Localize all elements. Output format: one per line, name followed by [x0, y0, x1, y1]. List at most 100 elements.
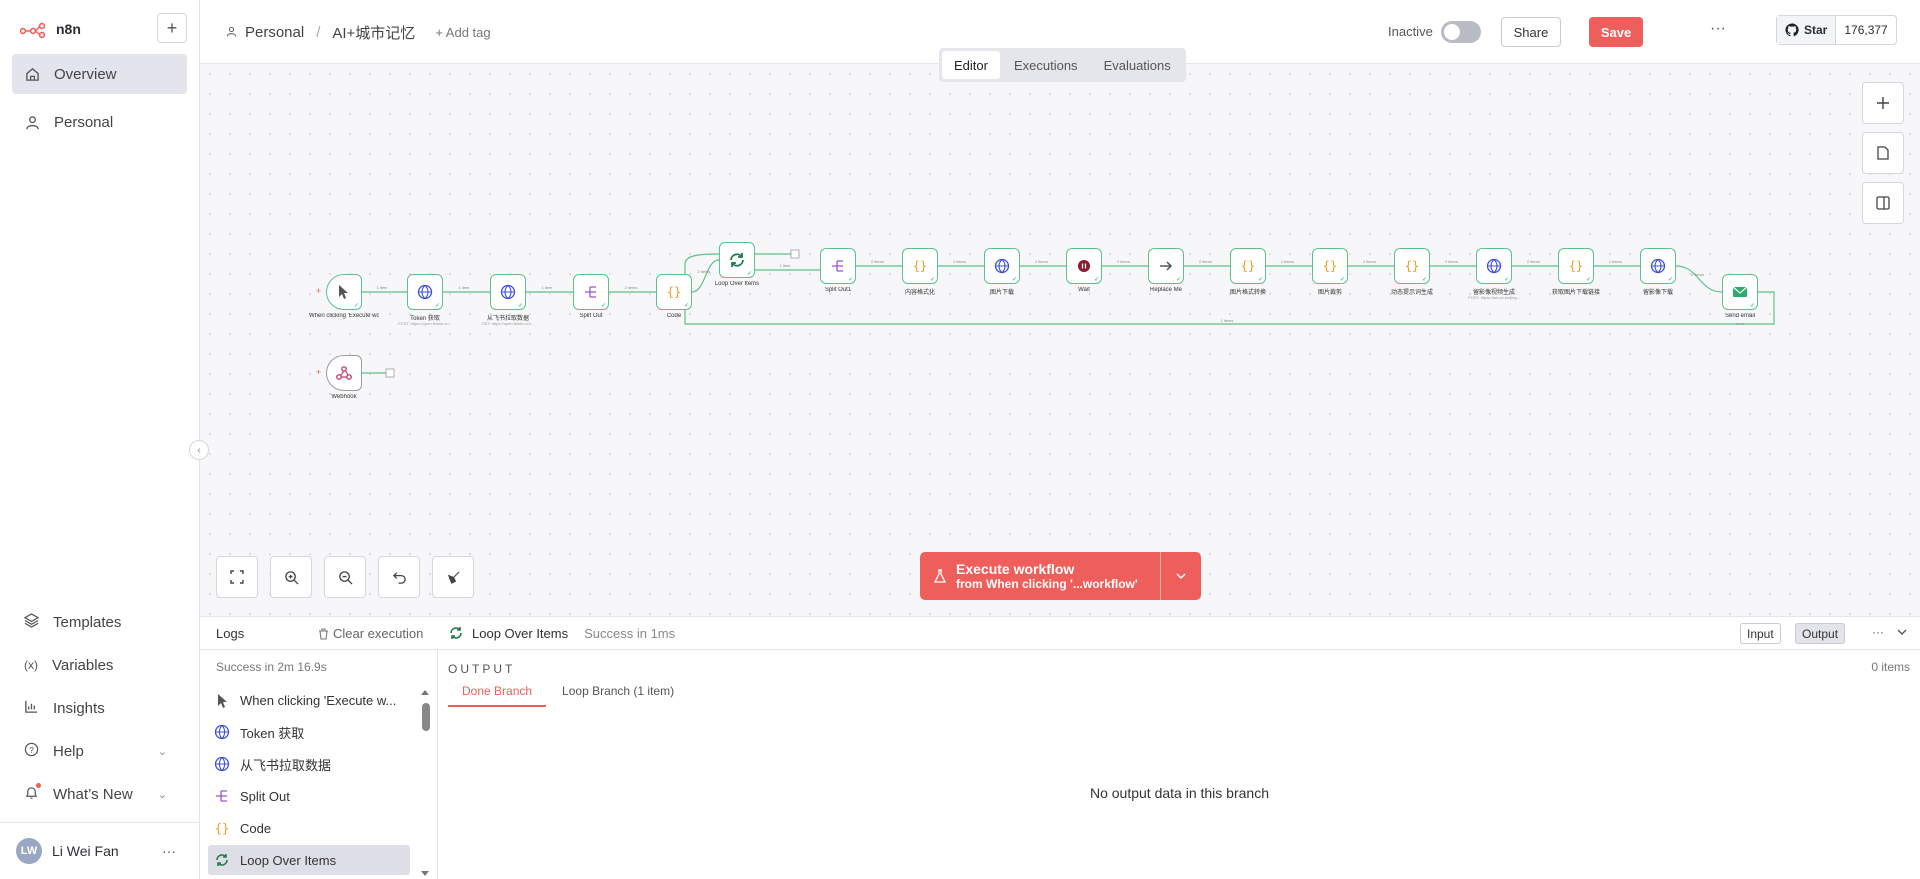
tab-evaluations[interactable]: Evaluations: [1092, 51, 1183, 79]
plus-icon: [1877, 97, 1889, 109]
connection-label: 1 item: [376, 285, 388, 290]
save-button[interactable]: Save: [1589, 17, 1643, 47]
workflow-node[interactable]: ✓: [1476, 248, 1512, 284]
sidebar-item-variables[interactable]: (x) Variables: [12, 647, 187, 683]
log-item[interactable]: 从飞书拉取数据: [208, 749, 410, 779]
globe-icon: [214, 756, 230, 772]
zoom-out-button[interactable]: [324, 556, 366, 598]
more-icon[interactable]: ···: [162, 843, 176, 859]
toggle-panel-button[interactable]: [1862, 182, 1904, 224]
add-node-button[interactable]: [1862, 82, 1904, 124]
workflow-canvas[interactable]: ✓When clicking 'Execute workflow'+✓Token…: [200, 64, 1920, 616]
workflow-node-label: 图片裁剪: [1317, 290, 1342, 296]
workflow-node[interactable]: [326, 355, 362, 391]
n8n-logo-icon: [20, 22, 46, 38]
connection-label: 1 items: [953, 259, 966, 264]
selected-node-status: Success in 1ms: [584, 625, 676, 641]
add-tag-button[interactable]: + Add tag: [435, 25, 490, 40]
workflow-name[interactable]: AI+城市记忆: [332, 22, 415, 43]
log-item[interactable]: When clicking 'Execute w...: [208, 685, 410, 715]
connection-label: 1 item: [458, 285, 470, 290]
trash-icon: [319, 627, 328, 640]
log-item[interactable]: Loop Over Items: [208, 845, 410, 875]
connection-label: 1 item: [541, 285, 553, 290]
collapse-sidebar-button[interactable]: ‹: [189, 440, 209, 460]
log-item-label: Code: [240, 820, 272, 836]
sidebar-item-whats-new[interactable]: What’s New ⌄: [12, 776, 187, 812]
zoom-to-fit-button[interactable]: [216, 556, 258, 598]
chevron-down-icon[interactable]: [1897, 625, 1907, 639]
connection-label: 2 items: [1609, 259, 1622, 264]
empty-output-message: No output data in this branch: [1089, 785, 1269, 801]
sidebar-item-help[interactable]: ? Help ⌄: [12, 733, 187, 769]
svg-text:{}: {}: [913, 259, 927, 273]
sidebar-item-personal[interactable]: Personal: [12, 102, 187, 142]
code-icon: {}: [215, 822, 229, 836]
workflow-node-subtitle: send: [1735, 321, 1745, 326]
connection-label: 1 items: [1220, 318, 1234, 323]
clear-execution-button[interactable]: Clear execution: [318, 626, 423, 641]
workflow-node[interactable]: ✓: [1722, 274, 1758, 310]
tab-editor[interactable]: Editor: [942, 51, 1000, 79]
execute-workflow-button[interactable]: Execute workflow from When clicking '...…: [920, 552, 1201, 600]
workflow-node[interactable]: ✓: [573, 274, 609, 310]
workflow-node[interactable]: ✓: [984, 248, 1020, 284]
workflow-node[interactable]: ✓: [1066, 248, 1102, 284]
share-button[interactable]: Share: [1501, 17, 1561, 47]
success-check-icon: ✓: [847, 277, 853, 283]
workflow-node[interactable]: ✓: [820, 248, 856, 284]
loop-icon: [730, 253, 744, 267]
sidebar-item-templates[interactable]: Templates: [12, 604, 187, 640]
workflow-node-label: 动态提示词生成: [1390, 290, 1433, 296]
zoom-in-button[interactable]: [270, 556, 312, 598]
breadcrumb-separator: /: [316, 24, 321, 41]
workflow-node[interactable]: ✓: [719, 242, 755, 278]
sidebar-item-insights[interactable]: Insights: [12, 690, 187, 726]
globe-icon: [417, 284, 433, 300]
execute-dropdown-button[interactable]: [1160, 552, 1201, 600]
globe-icon: [500, 284, 516, 300]
workflow-node[interactable]: ✓: [1148, 248, 1184, 284]
undo-button[interactable]: [378, 556, 420, 598]
more-options-button[interactable]: ···: [1710, 20, 1726, 38]
workflow-node[interactable]: {} ✓: [1394, 248, 1430, 284]
pause-icon: [1078, 260, 1090, 272]
workflow-node[interactable]: ✓: [490, 274, 526, 310]
log-item[interactable]: Split Out: [208, 781, 410, 811]
log-item[interactable]: Token 获取: [208, 717, 410, 747]
svg-text:{}: {}: [1241, 259, 1255, 273]
zoom-out-icon: [338, 570, 353, 585]
tab-executions[interactable]: Executions: [1002, 51, 1090, 79]
create-button[interactable]: +: [157, 13, 187, 43]
scrollbar-thumb[interactable]: [422, 703, 430, 731]
workflow-node[interactable]: ✓: [1640, 248, 1676, 284]
sidebar-item-overview[interactable]: Overview: [12, 54, 187, 94]
github-star-button[interactable]: Star: [1777, 16, 1837, 44]
output-toggle[interactable]: Output: [1795, 623, 1846, 644]
workflow-node[interactable]: ✓: [326, 274, 362, 310]
sticky-note-button[interactable]: [1862, 132, 1904, 174]
n8n-logo[interactable]: n8n: [20, 20, 81, 38]
broom-icon: [447, 570, 460, 584]
breadcrumb-project[interactable]: Personal: [245, 24, 304, 41]
github-star[interactable]: Star 176,377: [1776, 15, 1897, 45]
more-icon[interactable]: ···: [1872, 625, 1884, 639]
breadcrumb: Personal / AI+城市记忆 + Add tag: [226, 22, 491, 43]
workflow-node-label: 获取图片下载链接: [1551, 290, 1600, 296]
workflow-node[interactable]: {} ✓: [902, 248, 938, 284]
workflow-node[interactable]: {} ✓: [1230, 248, 1266, 284]
user-menu[interactable]: LW Li Wei Fan ···: [0, 822, 200, 879]
workflow-node[interactable]: {} ✓: [656, 274, 692, 310]
tidy-up-button[interactable]: [432, 556, 474, 598]
workflow-node[interactable]: ✓: [407, 274, 443, 310]
execute-workflow-main[interactable]: Execute workflow from When clicking '...…: [920, 552, 1160, 600]
connection-label: 2 items: [697, 269, 711, 274]
active-toggle[interactable]: [1441, 21, 1481, 43]
log-item[interactable]: {} Code: [208, 813, 410, 843]
workflow-node[interactable]: {} ✓: [1558, 248, 1594, 284]
input-toggle[interactable]: Input: [1740, 623, 1781, 644]
split-icon: [832, 260, 843, 272]
workflow-node[interactable]: {} ✓: [1312, 248, 1348, 284]
tab-loop-branch[interactable]: Loop Branch (1 item): [548, 684, 688, 707]
tab-done-branch[interactable]: Done Branch: [448, 684, 547, 707]
